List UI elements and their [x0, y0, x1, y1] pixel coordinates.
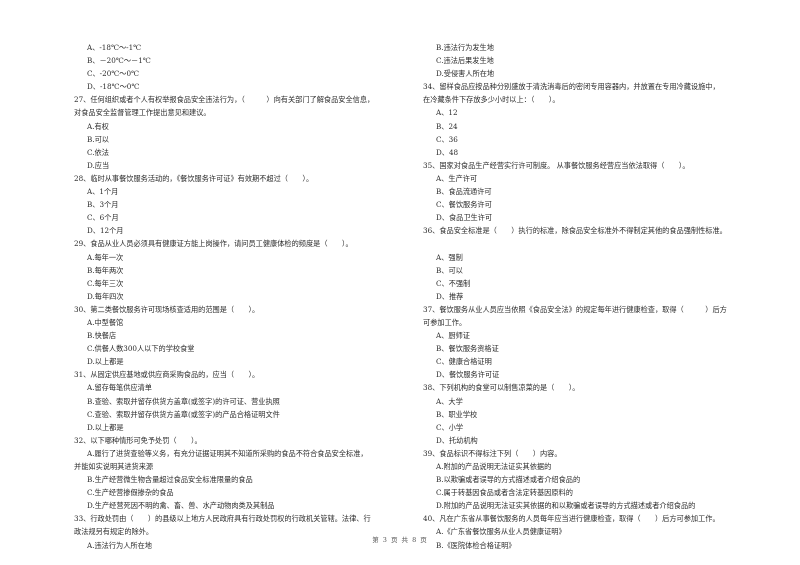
answer-option: B.生产经营微生物含量超过食品安全标准限量的食品: [87, 475, 253, 485]
answer-option: C、6个月: [87, 213, 119, 223]
answer-option: B、3个月: [87, 200, 119, 210]
answer-option: A.中型餐馆: [87, 317, 124, 327]
answer-option: D.受侵害人所在地: [436, 69, 495, 79]
answer-option: C.属于转基因食品或者含法定转基因原料的: [436, 488, 573, 498]
answer-option: C.供餐人数300人以下的学校食堂: [87, 344, 195, 354]
question-text: 36、食品安全标准是（ ）执行的标准，除食品安全标准外不得制定其他的食品强制性标…: [423, 226, 727, 236]
answer-option: D.以上都是: [87, 422, 124, 432]
answer-option: D.应当: [87, 160, 110, 170]
answer-option: C.每年三次: [87, 278, 124, 288]
answer-option: A、12: [436, 108, 458, 118]
left-column: A、-18℃～-1℃ B、－20℃～－1℃ C、-20℃～0℃ D、-18℃～0℃ 27…: [74, 41, 399, 552]
answer-option: A.每年一次: [87, 252, 124, 262]
answer-option: C、餐饮服务许可: [436, 200, 492, 210]
answer-option: B.以欺骗或者误导的方式描述或者介绍食品的: [436, 475, 581, 485]
answer-option: D.每年四次: [87, 291, 124, 301]
right-column: B.违法行为发生地 C.违法后果发生地 D.受侵害人所在地 34、留样食品应按品种分别…: [423, 41, 768, 552]
answer-option: D、12个月: [87, 226, 124, 236]
answer-option: A.履行了进货查验等义务，有充分证据证明其不知道所采购的食品不符合食品安全标准，: [87, 448, 368, 458]
question-text: 29、食品从业人员必须具有健康证方能上岗操作，请问员工健康体检的频度是（ ）。: [74, 239, 353, 249]
answer-option: A.附加的产品说明无法证实其依据的: [436, 462, 552, 471]
answer-option: B、－20℃～－1℃: [87, 56, 151, 66]
answer-option: C、小学: [436, 422, 464, 432]
question-text: 38、下列机构的食堂可以制售凉菜的是（ ）。: [423, 383, 580, 393]
question-text: 37、餐饮服务从业人员应当依照《食品安全法》的规定每年进行健康检查，取得（ ）后…: [423, 304, 727, 314]
question-text: 35、国家对食品生产经营实行许可制度。 从事餐饮服务经营应当依法取得（ ）。: [423, 160, 690, 170]
answer-option: B.查验、索取并留存供货方盖章(或签字)的许可证、营业执照: [87, 396, 280, 406]
answer-option: C.违法后果发生地: [436, 56, 494, 66]
page-footer: 第 3 页 共 8 页: [372, 536, 428, 544]
answer-option: A、1个月: [87, 187, 119, 197]
answer-option: C、36: [436, 134, 458, 144]
answer-option: A、生产许可: [436, 173, 478, 183]
answer-option: C.查验、索取并留存供货方盖章(或签字)的产品合格证明文件: [87, 409, 280, 419]
answer-option: D、食品卫生许可: [436, 213, 493, 223]
answer-option: C.生产经营掺假掺杂的食品: [87, 488, 174, 498]
answer-option: D.附加的产品说明无法证实其依据的和以欺骗或者误导的方式描述或者介绍食品的: [436, 501, 696, 511]
answer-option: C、不强制: [436, 278, 471, 288]
answer-option: D、餐饮服务许可证: [436, 370, 500, 380]
question-text-continued: 并能如实说明其进货来源: [74, 462, 154, 471]
question-text: 30、第二类餐饮服务许可现场核查适用的范围是（ ）。: [74, 304, 260, 314]
answer-option: A、大学: [436, 396, 463, 406]
answer-option: B.快餐店: [87, 331, 117, 341]
answer-option: C.依法: [87, 147, 109, 157]
answer-option: A.留存每笔供应清单: [87, 383, 152, 393]
answer-option: A.有权: [87, 121, 109, 131]
answer-option: B、24: [436, 121, 458, 131]
answer-option: D.以上都是: [87, 357, 124, 367]
question-text-continued: 在冷藏条件下存放多少小时以上：（ ）。: [423, 95, 560, 105]
question-text: 27、任何组织或者个人有权举报食品安全违法行为，（ ）向有关部门了解食品安全信息…: [74, 95, 375, 105]
answer-option: B.每年两次: [87, 265, 124, 275]
exam-page: A、-18℃～-1℃ B、－20℃～－1℃ C、-20℃～0℃ D、-18℃～0℃ 27…: [0, 0, 800, 565]
answer-option: D、推荐: [436, 291, 464, 301]
answer-option: D、-18℃～0℃: [87, 82, 140, 92]
answer-option: C、健康合格证明: [436, 357, 492, 367]
answer-option: C、-20℃～0℃: [87, 69, 140, 79]
question-text-continued: 可参加工作。: [423, 317, 467, 327]
question-text-continued: 对食品安全监督管理工作提出意见和建议。: [74, 108, 211, 118]
question-text: 34、留样食品应按品种分别盛放于清洗消毒后的密闭专用容器内，并放置在专用冷藏设施…: [423, 82, 720, 92]
answer-option: B.可以: [87, 134, 109, 144]
answer-option: A、强制: [436, 252, 463, 262]
question-text: 31、从固定供应基地或供应商采购食品的，应当（ ）。: [74, 370, 260, 380]
answer-option: A、厨师证: [436, 331, 470, 341]
answer-option: A、-18℃～-1℃: [87, 43, 142, 52]
answer-option: B、餐饮服务资格证: [436, 344, 499, 354]
answer-option: D、48: [436, 147, 459, 157]
answer-option: B、职业学校: [436, 409, 478, 419]
question-text: 39、食品标识不得标注下列（ ）内容。: [423, 448, 562, 458]
answer-option: B.违法行为发生地: [436, 43, 494, 52]
answer-option: B、食品流通许可: [436, 187, 492, 197]
answer-option: D.生产经营死因不明的禽、畜、兽、水产动物肉类及其制品: [87, 501, 275, 511]
answer-option: D、托幼机构: [436, 435, 478, 445]
question-text: 40、凡在广东省从事餐饮服务的人员每年应当进行健康检查，取得（ ）后方可参加工作…: [423, 514, 720, 524]
answer-option: B、可以: [436, 265, 463, 275]
question-text: 28、临时从事餐饮服务活动的，《餐饮服务许可证》有效期不超过（ ）。: [74, 173, 314, 183]
question-text: 32、以下哪种情形可免予处罚（ ）。: [74, 435, 202, 445]
question-text: 33、行政处罚由（ ）的县级以上地方人民政府具有行政处罚权的行政机关管辖。法律、…: [74, 514, 371, 524]
